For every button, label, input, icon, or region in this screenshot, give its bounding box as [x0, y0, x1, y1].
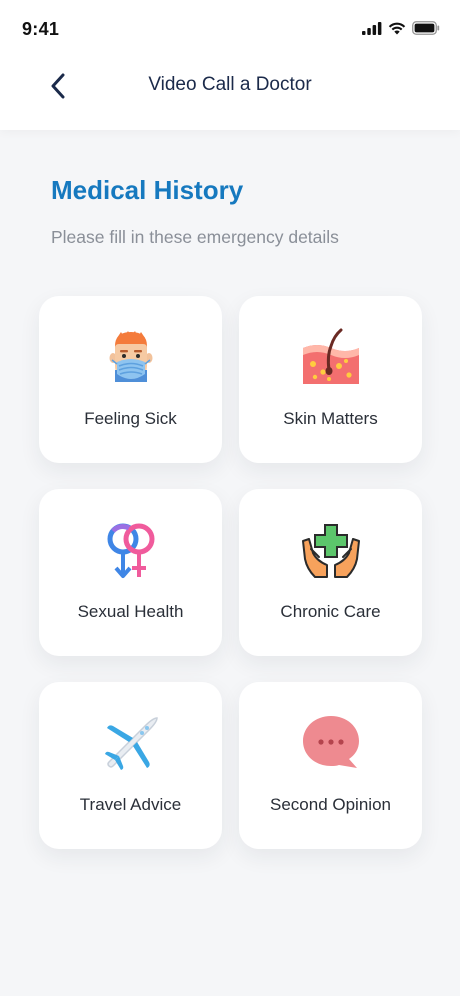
nav-bar: Video Call a Doctor: [0, 58, 460, 118]
chat-bubble-icon: [302, 716, 359, 768]
page-title: Video Call a Doctor: [148, 74, 312, 95]
battery-icon: [412, 21, 440, 35]
sick-person-mask-icon: [109, 331, 152, 382]
gender-symbols-icon: [107, 523, 154, 578]
card-feeling-sick[interactable]: Feeling Sick: [39, 296, 222, 463]
skin-layer-icon: [302, 328, 359, 384]
hands-medical-cross-icon: [301, 524, 360, 578]
signal-icon: [362, 21, 382, 35]
card-label: Skin Matters: [283, 409, 378, 428]
section-title: Medical History: [51, 175, 244, 205]
card-label: Travel Advice: [79, 795, 182, 814]
card-chronic-care[interactable]: Chronic Care: [239, 489, 422, 656]
section-subtitle: Please fill in these emergency details: [51, 227, 339, 247]
card-sexual-health[interactable]: Sexual Health: [39, 489, 222, 656]
wifi-icon: [388, 22, 406, 34]
status-time: 9:41: [22, 19, 60, 39]
status-bar: 9:41: [0, 0, 460, 58]
card-label: Second Opinion: [270, 795, 391, 814]
header: 9:41 Video Call a Doctor: [0, 0, 460, 130]
status-icons: [362, 20, 440, 36]
card-skin-matters[interactable]: Skin Matters: [239, 296, 422, 463]
card-second-opinion[interactable]: Second Opinion: [239, 682, 422, 849]
card-label: Chronic Care: [280, 602, 381, 621]
card-travel-advice[interactable]: Travel Advice: [39, 682, 222, 849]
airplane-icon: [104, 717, 158, 770]
card-label: Feeling Sick: [84, 409, 177, 428]
card-label: Sexual Health: [77, 602, 184, 621]
